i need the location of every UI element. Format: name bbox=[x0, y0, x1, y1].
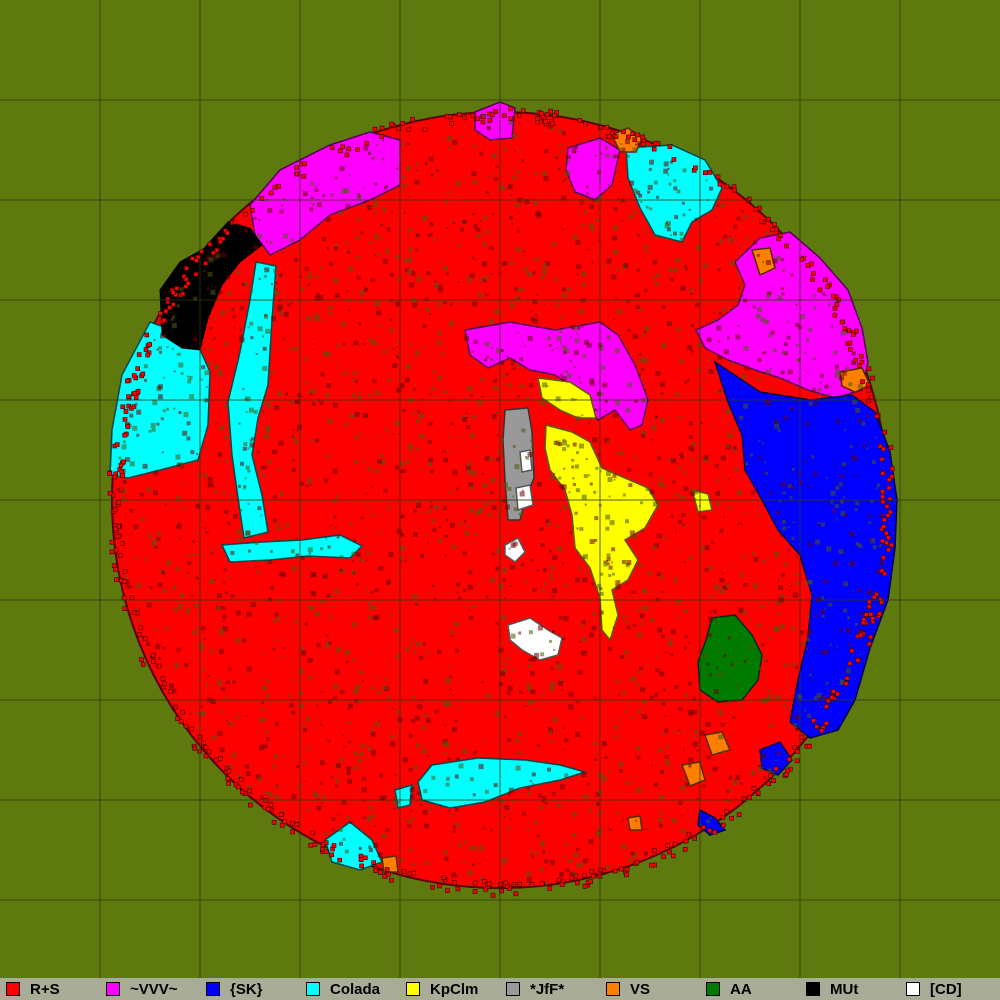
legend-label: VS bbox=[630, 980, 651, 998]
legend-label: MUt bbox=[830, 980, 859, 998]
legend-swatch bbox=[406, 982, 420, 996]
legend-swatch bbox=[206, 982, 220, 996]
legend-swatch bbox=[706, 982, 720, 996]
legend-item[interactable]: R+S bbox=[0, 978, 100, 1000]
legend-swatch bbox=[106, 982, 120, 996]
legend-item[interactable]: MUt bbox=[800, 978, 900, 1000]
territory-map[interactable] bbox=[0, 0, 1000, 978]
map-canvas[interactable] bbox=[0, 0, 1000, 978]
legend-label: KpClm bbox=[430, 980, 479, 998]
legend-swatch bbox=[506, 982, 520, 996]
legend-item[interactable]: *JfF* bbox=[500, 978, 600, 1000]
faction-region-cd bbox=[515, 484, 534, 512]
legend-swatch bbox=[906, 982, 920, 996]
legend-item[interactable]: Colada bbox=[300, 978, 400, 1000]
legend-label: *JfF* bbox=[530, 980, 565, 998]
legend-item[interactable]: AA bbox=[700, 978, 800, 1000]
faction-region-vs bbox=[381, 855, 399, 873]
legend-label: ~VVV~ bbox=[130, 980, 178, 998]
legend-bar: R+S ~VVV~ {SK} Colada KpClm *JfF* VS AA MUt [CD] bbox=[0, 978, 1000, 1000]
legend-label: {SK} bbox=[230, 980, 263, 998]
legend-label: AA bbox=[730, 980, 752, 998]
faction-region-vs bbox=[627, 815, 643, 831]
legend-item[interactable]: {SK} bbox=[200, 978, 300, 1000]
legend-label: Colada bbox=[330, 980, 381, 998]
legend-swatch bbox=[606, 982, 620, 996]
legend-item[interactable]: VS bbox=[600, 978, 700, 1000]
legend-label: R+S bbox=[30, 980, 60, 998]
legend-item[interactable]: ~VVV~ bbox=[100, 978, 200, 1000]
legend-label: [CD] bbox=[930, 980, 962, 998]
legend-swatch bbox=[6, 982, 20, 996]
legend-item[interactable]: KpClm bbox=[400, 978, 500, 1000]
legend-swatch bbox=[306, 982, 320, 996]
legend-swatch bbox=[806, 982, 820, 996]
legend-item[interactable]: [CD] bbox=[900, 978, 1000, 1000]
